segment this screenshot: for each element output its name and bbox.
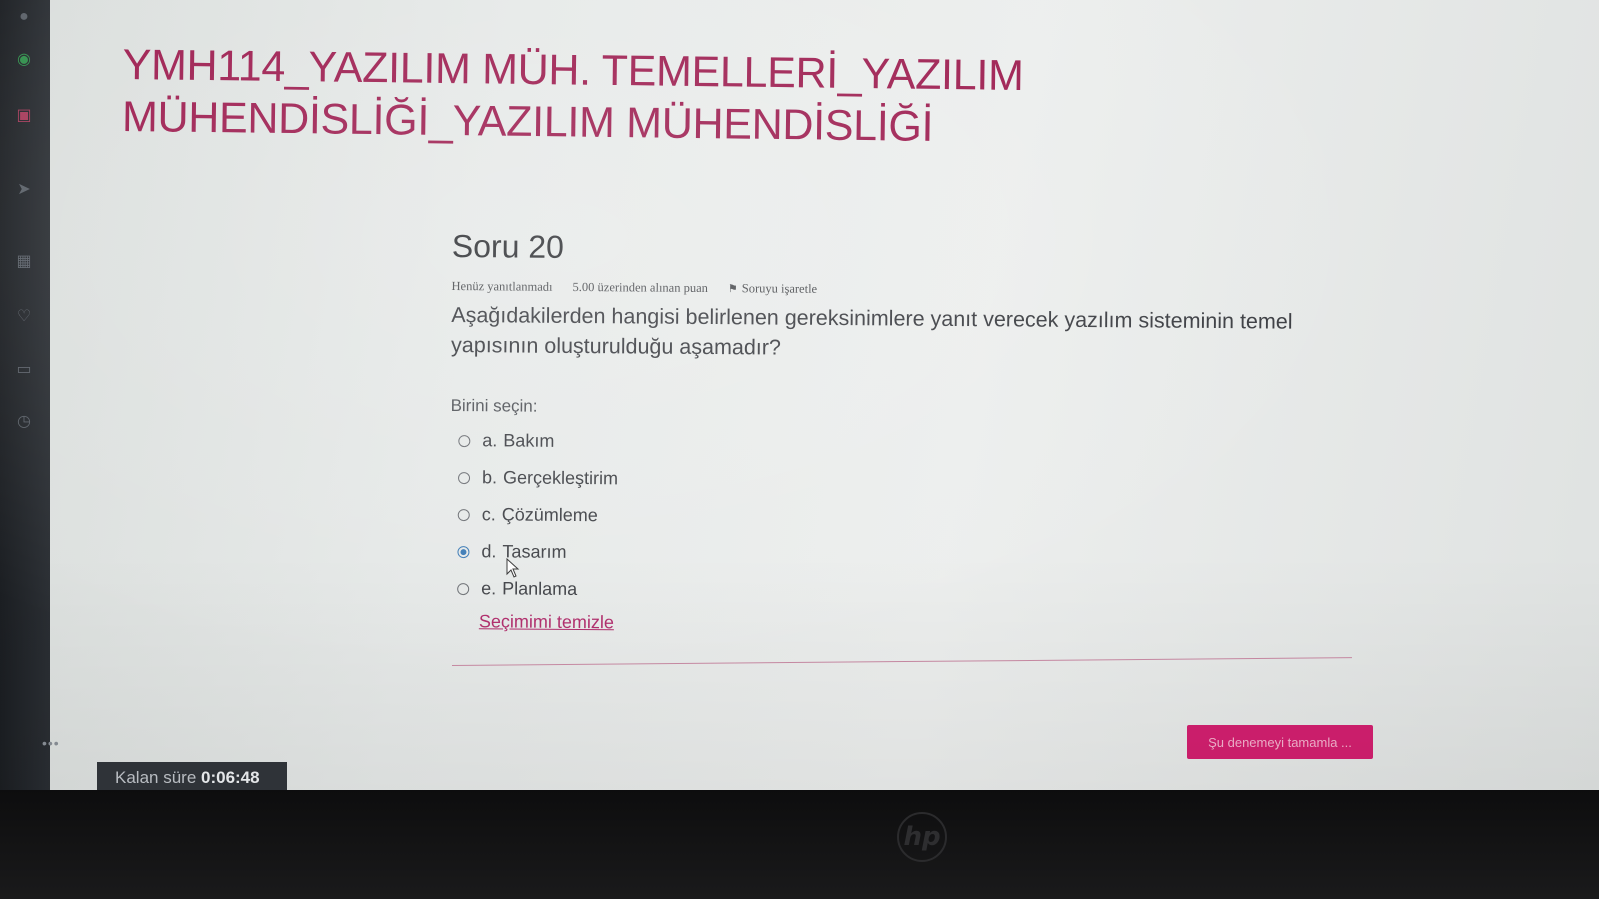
question-heading: Soru 20 [451,228,565,265]
radio-button[interactable] [457,582,470,595]
answer-option-e[interactable]: e. Planlama [449,570,1369,614]
instagram-icon[interactable]: ▣ [13,104,35,126]
clear-choice-link[interactable]: Seçimimi temizle [479,611,614,633]
radio-button[interactable] [458,434,471,447]
hp-logo-icon: hp [897,812,947,862]
answer-letter: d. [481,541,497,562]
radio-button[interactable] [457,471,471,484]
answer-letter: c. [481,504,496,525]
question-info: Henüz yanıtlanmadı 5.00 üzerinden alınan… [451,279,1371,301]
finish-attempt-button[interactable]: Şu denemeyi tamamla ... [1187,725,1373,759]
clock-icon[interactable]: ◷ [13,410,35,432]
app-icon[interactable]: ● [13,6,35,28]
timer-value: 0:06:48 [201,768,260,787]
radio-button[interactable] [457,545,470,558]
laptop-bezel [0,790,1599,899]
answer-letter: a. [482,430,498,451]
answer-text: Gerçekleştirim [502,467,619,489]
question-text: Aşağıdakilerden hangisi belirlenen gerek… [450,302,1293,360]
app-dock: ● ◉ ▣ ➤ ▦ ♡ ▭ ◷ ••• [0,0,59,790]
answer-letter: e. [481,578,497,599]
flag-label: Soruyu işaretle [741,281,818,296]
flag-question-link[interactable]: ⚑ Soruyu işaretle [728,281,817,297]
answer-list: a. Bakım b. Gerçekleştirim c. Çözümleme … [449,422,1370,614]
question-points: 5.00 üzerinden alınan puan [572,279,708,296]
answer-text: Çözümleme [501,504,598,526]
answer-letter: b. [481,467,498,488]
wallet-icon[interactable]: ▭ [13,358,35,380]
answer-prompt: Birini seçin: [450,395,538,416]
divider [452,657,1352,666]
whatsapp-icon[interactable]: ◉ [13,48,35,70]
send-icon[interactable]: ➤ [13,178,35,200]
mouse-cursor-icon [506,557,520,583]
flag-icon: ⚑ [727,283,738,296]
heart-icon[interactable]: ♡ [13,305,35,327]
timer-label: Kalan süre [115,768,201,787]
question-status: Henüz yanıtlanmadı [451,278,553,294]
more-icon[interactable]: ••• [42,735,60,751]
question-block: Soru 20 Henüz yanıtlanmadı 5.00 üzerinde… [449,228,1372,639]
answer-text: Bakım [503,430,555,451]
laptop-screen: ● ◉ ▣ ➤ ▦ ♡ ▭ ◷ ••• YMH114_YAZILIM MÜH. … [0,0,1599,790]
apps-grid-icon[interactable]: ▦ [13,250,35,272]
course-title: YMH114_YAZILIM MÜH. TEMELLERİ_YAZILIM MÜ… [121,40,1024,151]
radio-button[interactable] [457,508,470,521]
